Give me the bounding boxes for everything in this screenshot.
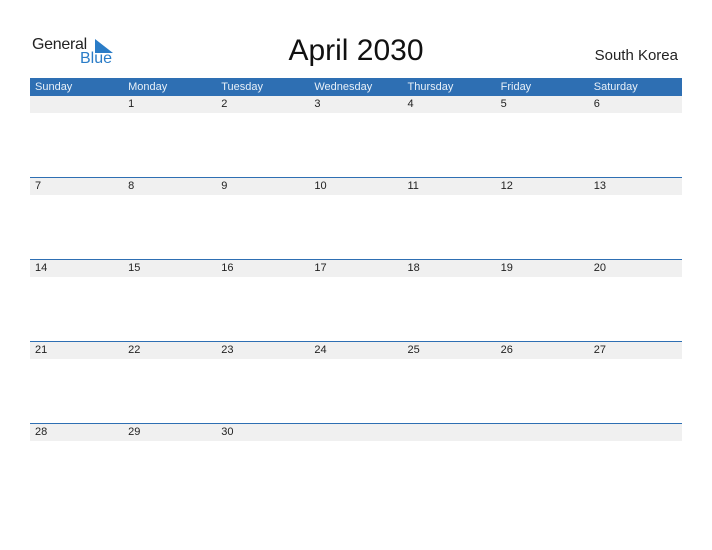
week-row: 123456 [30, 96, 682, 177]
day-cell[interactable]: 13 [589, 178, 682, 195]
date-strip: 28 29 30 [30, 424, 682, 441]
day-cell[interactable]: 23 [216, 342, 309, 359]
day-cell[interactable]: 3 [309, 96, 402, 113]
day-cell[interactable]: 21 [30, 342, 123, 359]
weekday-friday: Friday [500, 81, 532, 93]
day-cell[interactable]: 27 [589, 342, 682, 359]
day-cell [30, 96, 123, 113]
day-cell [309, 424, 402, 441]
date-strip: 7 8 9 10 11 12 13 [30, 178, 682, 195]
day-cell[interactable]: 24 [309, 342, 402, 359]
week-row: 7 8 9 10 11 12 13 [30, 177, 682, 259]
date-strip: 123456 [30, 96, 682, 113]
weekday-wednesday: Wednesday [314, 81, 373, 93]
weekday-tuesday: Tuesday [221, 81, 264, 93]
country-label: South Korea [594, 47, 678, 64]
day-cell[interactable]: 26 [496, 342, 589, 359]
day-cell[interactable]: 28 [30, 424, 123, 441]
day-cell[interactable]: 22 [123, 342, 216, 359]
day-cell [496, 424, 589, 441]
day-cell[interactable]: 30 [216, 424, 309, 441]
day-cell[interactable]: 11 [403, 178, 496, 195]
day-cell[interactable]: 14 [30, 260, 123, 277]
day-cell[interactable]: 6 [589, 96, 682, 113]
calendar-grid: Sunday Monday Tuesday Wednesday Thursday… [30, 78, 682, 505]
day-cell[interactable]: 19 [496, 260, 589, 277]
day-cell[interactable]: 7 [30, 178, 123, 195]
day-cell[interactable]: 18 [403, 260, 496, 277]
day-cell[interactable]: 9 [216, 178, 309, 195]
day-cell[interactable]: 1 [123, 96, 216, 113]
day-cell[interactable]: 10 [309, 178, 402, 195]
day-cell[interactable]: 4 [403, 96, 496, 113]
day-cell [589, 424, 682, 441]
day-cell[interactable]: 16 [216, 260, 309, 277]
day-cell[interactable]: 20 [589, 260, 682, 277]
day-cell[interactable]: 17 [309, 260, 402, 277]
day-cell[interactable]: 29 [123, 424, 216, 441]
weekday-monday: Monday [128, 81, 168, 93]
date-strip: 14 15 16 17 18 19 20 [30, 260, 682, 277]
day-cell[interactable]: 12 [496, 178, 589, 195]
week-row: 28 29 30 [30, 423, 682, 505]
weekday-sunday: Sunday [35, 81, 73, 93]
day-cell[interactable]: 8 [123, 178, 216, 195]
weekday-thursday: Thursday [407, 81, 454, 93]
week-row: 14 15 16 17 18 19 20 [30, 259, 682, 341]
day-cell[interactable]: 5 [496, 96, 589, 113]
weekday-header: Sunday Monday Tuesday Wednesday Thursday… [30, 78, 682, 96]
weekday-saturday: Saturday [593, 81, 638, 93]
day-cell[interactable]: 15 [123, 260, 216, 277]
day-cell[interactable]: 2 [216, 96, 309, 113]
day-cell[interactable]: 25 [403, 342, 496, 359]
day-cell [403, 424, 496, 441]
week-row: 21 22 23 24 25 26 27 [30, 341, 682, 423]
date-strip: 21 22 23 24 25 26 27 [30, 342, 682, 359]
